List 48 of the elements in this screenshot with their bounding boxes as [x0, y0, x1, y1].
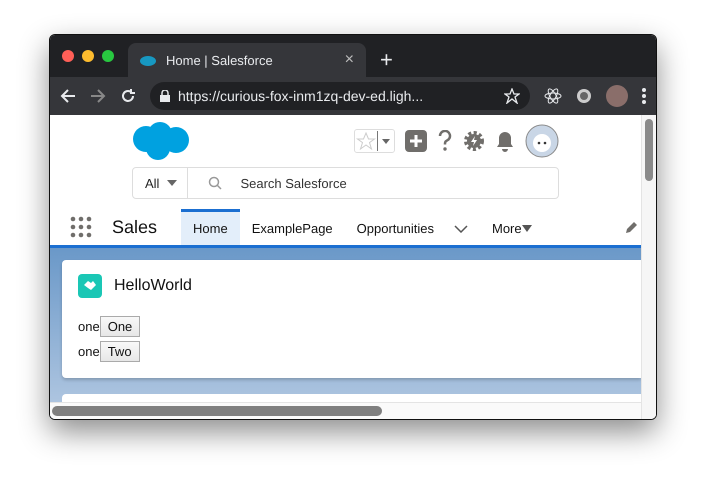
minimize-window-button[interactable]: [82, 50, 94, 62]
menu-icon[interactable]: [642, 88, 646, 104]
address-bar[interactable]: https://curious-fox-inm1zq-dev-ed.ligh...: [150, 82, 530, 110]
favorites-control[interactable]: [354, 129, 395, 153]
nav-tab[interactable]: Home: [181, 209, 240, 245]
close-window-button[interactable]: [62, 50, 74, 62]
search-scope-dropdown[interactable]: All: [133, 168, 188, 198]
tab-close-button[interactable]: ×: [344, 51, 354, 69]
settings-icon[interactable]: [463, 130, 485, 152]
caret-icon: [167, 180, 178, 186]
horizontal-scrollbar[interactable]: [50, 402, 641, 419]
tab-title: Home | Salesforce: [166, 52, 274, 68]
scrollbar-thumb[interactable]: [645, 119, 653, 181]
app-launcher-icon[interactable]: [70, 216, 92, 238]
star-icon[interactable]: [504, 88, 520, 104]
circle-icon[interactable]: [576, 88, 592, 104]
avatar-icon[interactable]: [606, 85, 628, 107]
search-icon: [208, 176, 222, 190]
help-icon[interactable]: [437, 130, 453, 152]
back-icon[interactable]: [60, 88, 76, 104]
row-button[interactable]: One: [100, 316, 140, 337]
url-text: https://curious-fox-inm1zq-dev-ed.ligh...: [178, 88, 424, 104]
row-label: one: [78, 344, 100, 359]
nav-tab[interactable]: More: [480, 209, 544, 245]
new-tab-button[interactable]: +: [380, 47, 393, 73]
forward-icon[interactable]: [90, 88, 106, 104]
card-title: HelloWorld: [114, 277, 192, 295]
vertical-scrollbar[interactable]: [641, 115, 656, 419]
browser-tab[interactable]: Home | Salesforce ×: [128, 43, 366, 77]
search-bar[interactable]: All Search Salesforce: [132, 167, 559, 199]
maximize-window-button[interactable]: [102, 50, 114, 62]
scrollbar-thumb[interactable]: [52, 406, 382, 416]
lock-icon: [160, 90, 170, 102]
cloud-logo: [132, 121, 190, 161]
atom-icon[interactable]: [544, 87, 562, 105]
chevron-down-icon: [454, 224, 468, 232]
row-label: one: [78, 319, 100, 334]
pencil-icon[interactable]: [625, 220, 639, 234]
nav-tab[interactable]: ExamplePage: [240, 209, 345, 245]
nav-tab[interactable]: Opportunities: [344, 209, 480, 245]
plus-icon[interactable]: [405, 130, 427, 152]
reload-icon[interactable]: [120, 88, 136, 104]
avatar-icon[interactable]: [525, 124, 559, 158]
app-name: Sales: [112, 216, 158, 238]
row-button[interactable]: Two: [100, 341, 140, 362]
star-icon: [355, 131, 377, 151]
bell-icon[interactable]: [495, 130, 515, 152]
caret-icon: [522, 225, 532, 232]
